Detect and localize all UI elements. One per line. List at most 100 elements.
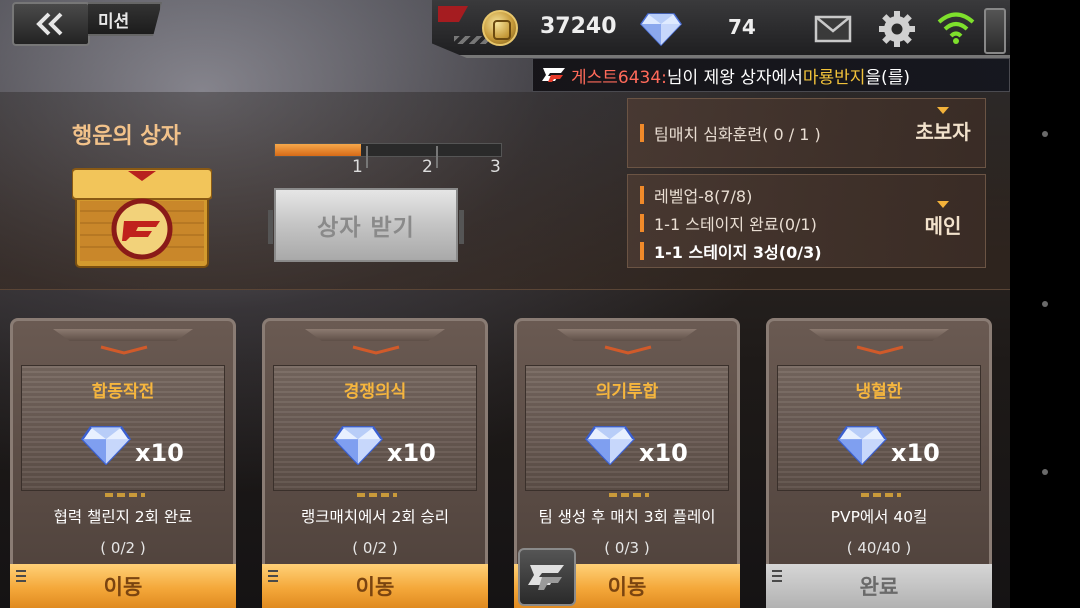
- decor-lines: [16, 570, 26, 582]
- quest-text: 1-1 스테이지 완료(0/1): [654, 215, 817, 234]
- back-button[interactable]: [12, 2, 90, 46]
- mission-card: 합동작전 x10 협력 챌린지 2회 완료 ( 0/2 ) 이동: [10, 318, 236, 608]
- nav-dot[interactable]: [1042, 301, 1048, 307]
- mission-go-button[interactable]: 이동: [262, 564, 488, 608]
- double-chevron-left-icon: [36, 12, 63, 36]
- decor-stripe: [438, 6, 468, 22]
- mission-description: PVP에서 40킬: [830, 508, 928, 526]
- side-handle[interactable]: [984, 8, 1006, 54]
- mail-icon[interactable]: [814, 14, 852, 44]
- ticker-player-name: 게스트6434:: [571, 67, 667, 88]
- lucky-box-title: 행운의 상자: [72, 124, 181, 149]
- mission-reward: x10: [891, 439, 940, 467]
- treasure-chest-icon: [72, 168, 212, 268]
- quest-category-label: 초보자: [915, 120, 971, 144]
- mission-card: 냉혈한 x10 PVP에서 40킬 ( 40/40 ) 완료: [766, 318, 992, 608]
- gold-coin-icon: [482, 10, 518, 46]
- chevron-decor-icon: [100, 345, 148, 355]
- quest-marker: [640, 186, 644, 204]
- progress-step-3: 3: [490, 157, 501, 177]
- diamond-icon: [80, 426, 132, 465]
- divider: [609, 493, 649, 497]
- beginner-quest-panel[interactable]: 팀매치 심화훈련( 0 / 1 ) 초보자: [627, 98, 986, 168]
- progress-divider: [366, 146, 368, 168]
- quest-text: 1-1 스테이지 3성(0/3): [654, 243, 822, 262]
- quest-category-beginner[interactable]: 초보자: [907, 107, 979, 145]
- mission-title: 합동작전: [91, 382, 155, 402]
- announcement-ticker: 게스트6434: 님이 제왕 상자에서 마룡반지 을(를): [532, 58, 1010, 92]
- quest-line: 팀매치 심화훈련( 0 / 1 ): [640, 121, 821, 145]
- mission-action-label: 이동: [607, 575, 647, 599]
- gear-icon[interactable]: [878, 10, 916, 48]
- quest-text: 팀매치 심화훈련( 0 / 1 ): [654, 125, 821, 144]
- page-title-label: 미션: [98, 11, 130, 32]
- diamond-icon: [836, 426, 888, 465]
- mission-description: 팀 생성 후 매치 3회 플레이: [538, 508, 716, 526]
- page-title: 미션: [88, 2, 162, 36]
- claim-box-button[interactable]: 상자 받기: [268, 188, 464, 262]
- progress-step-1: 1: [352, 157, 363, 177]
- diamond-icon: [640, 13, 682, 46]
- chevron-decor-icon: [856, 345, 904, 355]
- ticker-text: 님이 제왕 상자에서: [666, 67, 803, 88]
- decor-lines: [268, 570, 278, 582]
- quest-marker: [640, 214, 644, 232]
- card-frame: [557, 329, 697, 341]
- mission-action-label: 이동: [103, 575, 143, 599]
- mission-card: 경쟁의식 x10 랭크매치에서 2회 승리 ( 0/2 ) 이동: [262, 318, 488, 608]
- resource-bar: [432, 0, 1010, 58]
- cf-logo-icon: [542, 68, 565, 82]
- quest-line-active: 1-1 스테이지 3성(0/3): [640, 239, 822, 263]
- gem-count: 74: [728, 15, 756, 39]
- wifi-icon: [937, 12, 975, 44]
- chevron-down-icon: [937, 201, 949, 208]
- mission-description: 협력 챌린지 2회 완료: [53, 508, 193, 526]
- card-frame: [53, 329, 193, 341]
- quest-category-label: 메인: [924, 214, 962, 238]
- chevron-decor-icon: [352, 345, 400, 355]
- mission-title: 의기투합: [595, 382, 659, 402]
- lucky-box-progress: [274, 143, 502, 157]
- lucky-box-progress-fill: [275, 144, 361, 156]
- claim-box-label: 상자 받기: [317, 215, 415, 241]
- quest-marker: [640, 124, 644, 142]
- mission-go-button[interactable]: 이동: [10, 564, 236, 608]
- cf-logo-icon: [528, 565, 564, 590]
- divider: [861, 493, 901, 497]
- diamond-icon: [332, 426, 384, 465]
- quest-line: 레벨업-8(7/8): [640, 183, 752, 207]
- mission-reward: x10: [639, 439, 688, 467]
- mission-action-label: 완료: [859, 575, 899, 599]
- chevron-decor-icon: [604, 345, 652, 355]
- quest-line: 1-1 스테이지 완료(0/1): [640, 211, 817, 235]
- mission-action-label: 이동: [355, 575, 395, 599]
- quest-category-main[interactable]: 메인: [907, 201, 979, 239]
- game-screen: 미션 37240 74 게스트6434: 님이 제왕 상자에서 마룡반지 을(를…: [0, 0, 1010, 608]
- quest-text: 레벨업-8(7/8): [654, 187, 753, 206]
- coin-count: 37240: [540, 14, 617, 39]
- main-quest-panel[interactable]: 레벨업-8(7/8) 1-1 스테이지 완료(0/1) 1-1 스테이지 3성(…: [627, 174, 986, 268]
- mission-reward: x10: [387, 439, 436, 467]
- chevron-down-icon: [937, 107, 949, 114]
- decor-lines: [772, 570, 782, 582]
- ticker-item-name: 마룡반지: [802, 67, 866, 88]
- diamond-icon: [584, 426, 636, 465]
- mission-progress: ( 0/2 ): [352, 539, 398, 557]
- card-frame: [305, 329, 445, 341]
- progress-divider: [436, 146, 438, 168]
- divider: [105, 493, 145, 497]
- mission-progress: ( 40/40 ): [846, 539, 912, 557]
- ticker-text-end: 을(를): [865, 67, 910, 88]
- mission-progress: ( 0/2 ): [100, 539, 146, 557]
- mission-title: 경쟁의식: [343, 382, 407, 402]
- nav-dot[interactable]: [1042, 131, 1048, 137]
- card-frame: [809, 329, 949, 341]
- mission-reward: x10: [135, 439, 184, 467]
- progress-step-2: 2: [422, 157, 433, 177]
- cf-home-button[interactable]: [518, 548, 576, 606]
- mission-title: 냉혈한: [855, 382, 903, 402]
- quest-marker: [640, 242, 644, 260]
- nav-dot[interactable]: [1042, 469, 1048, 475]
- mission-complete-button[interactable]: 완료: [766, 564, 992, 608]
- mission-description: 랭크매치에서 2회 승리: [300, 508, 450, 526]
